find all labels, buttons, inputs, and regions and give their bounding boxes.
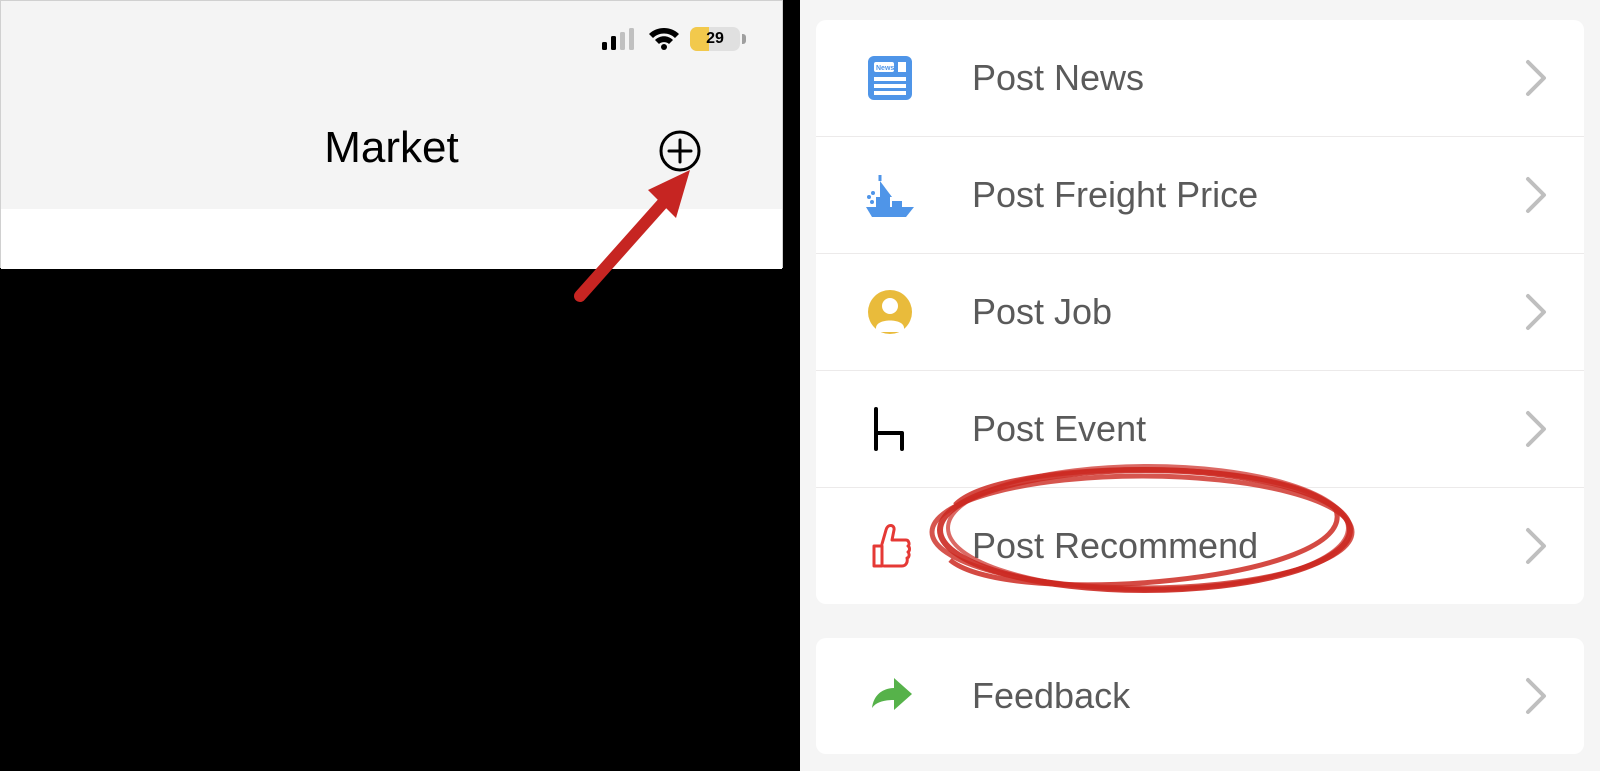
menu-item-post-news[interactable]: News Post News	[816, 20, 1584, 136]
battery-indicator: 29	[690, 27, 746, 51]
chevron-right-icon	[1522, 409, 1550, 449]
share-arrow-icon	[862, 668, 918, 724]
post-menu-card: News Post News	[816, 20, 1584, 604]
content-area	[1, 209, 782, 269]
menu-item-feedback[interactable]: Feedback	[816, 638, 1584, 754]
status-bar: 29	[602, 27, 746, 51]
menu-item-label: Post Recommend	[972, 525, 1258, 567]
news-icon: News	[862, 50, 918, 106]
header-bar: 29 Market	[1, 1, 782, 209]
menu-item-post-freight-price[interactable]: Post Freight Price	[816, 136, 1584, 253]
wifi-icon	[648, 27, 680, 51]
chevron-right-icon	[1522, 526, 1550, 566]
chevron-right-icon	[1522, 676, 1550, 716]
thumbs-up-icon	[862, 518, 918, 574]
post-menu-screenshot: News Post News	[800, 0, 1600, 771]
menu-item-post-event[interactable]: Post Event	[816, 370, 1584, 487]
battery-level: 29	[690, 27, 740, 51]
menu-item-label: Post News	[972, 57, 1144, 99]
person-icon	[862, 284, 918, 340]
menu-item-post-recommend[interactable]: Post Recommend	[816, 487, 1584, 604]
feedback-card: Feedback	[816, 638, 1584, 754]
chevron-right-icon	[1522, 292, 1550, 332]
menu-item-label: Post Freight Price	[972, 174, 1258, 216]
menu-item-label: Feedback	[972, 675, 1130, 717]
add-button[interactable]	[658, 129, 702, 173]
chevron-right-icon	[1522, 58, 1550, 98]
cellular-signal-icon	[602, 28, 638, 50]
menu-item-post-job[interactable]: Post Job	[816, 253, 1584, 370]
svg-text:News: News	[876, 65, 894, 72]
menu-item-label: Post Job	[972, 291, 1112, 333]
chair-icon	[862, 401, 918, 457]
chevron-right-icon	[1522, 175, 1550, 215]
menu-item-label: Post Event	[972, 408, 1146, 450]
ship-icon	[862, 167, 918, 223]
market-screenshot: 29 Market	[0, 0, 783, 268]
